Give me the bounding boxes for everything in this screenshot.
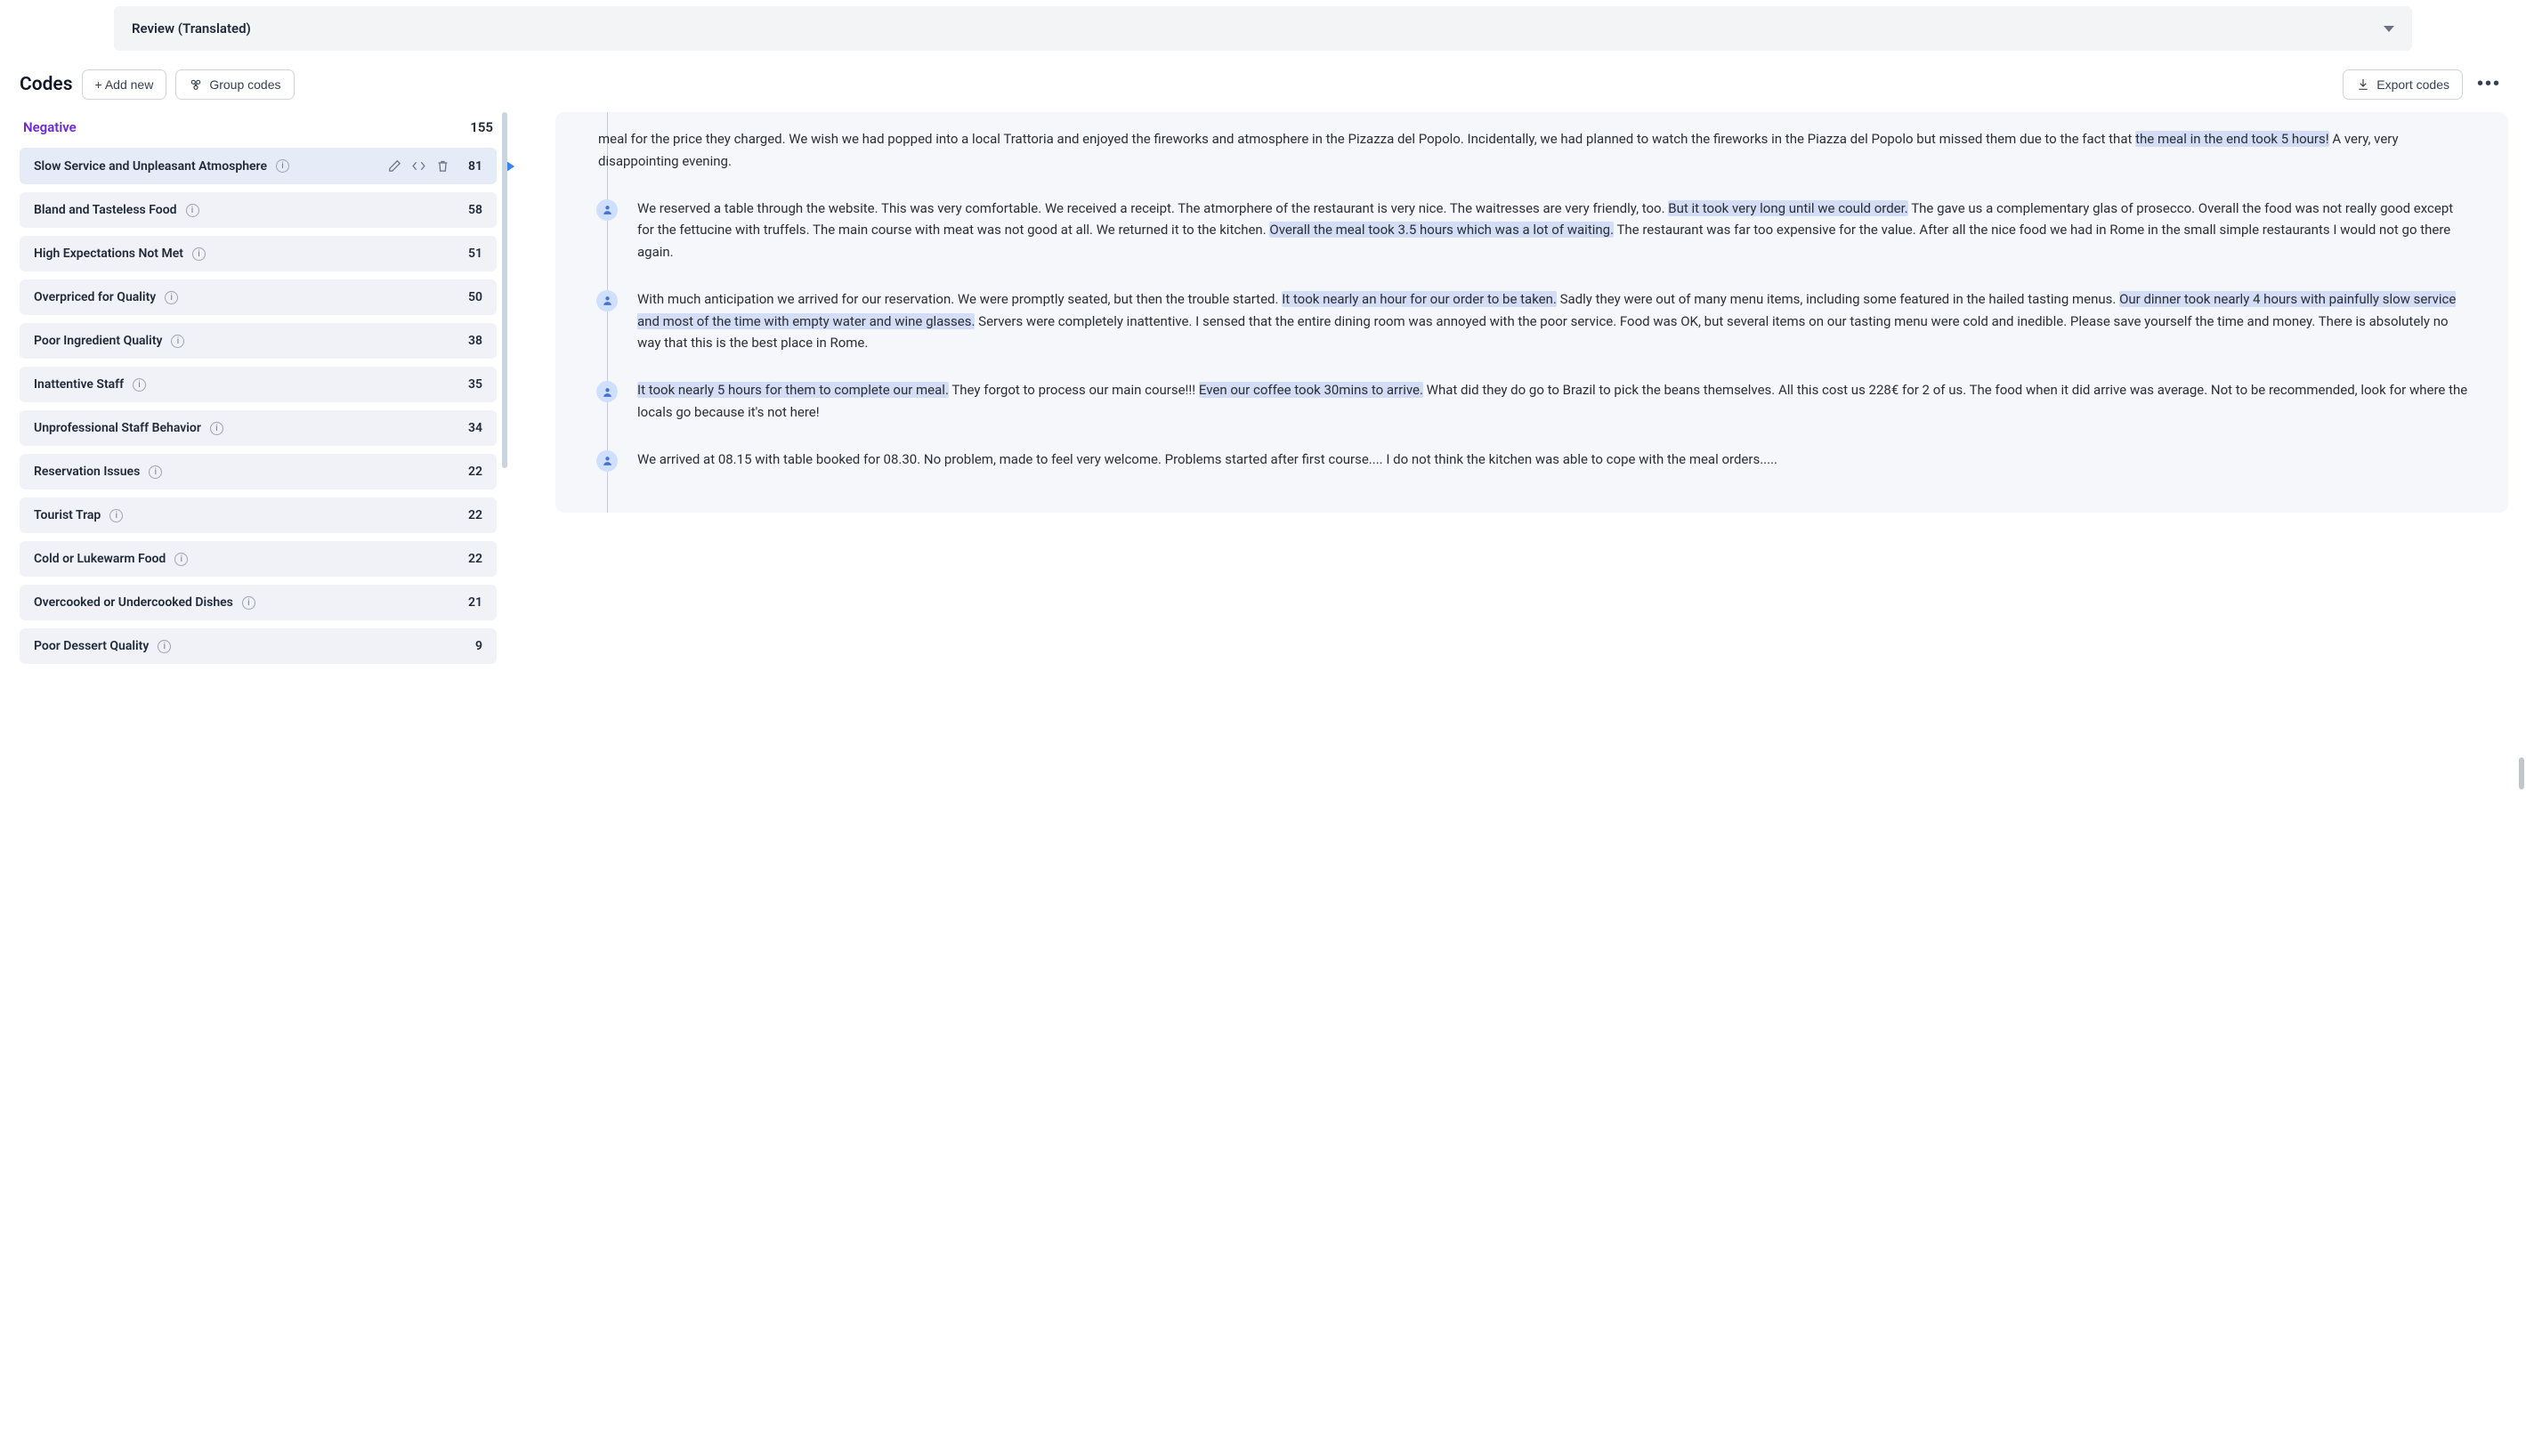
review-translated-dropdown[interactable]: Review (Translated)	[114, 6, 2412, 51]
code-item[interactable]: Slow Service and Unpleasant Atmospherei …	[20, 148, 497, 184]
info-icon[interactable]: i	[174, 553, 188, 566]
code-label: Overpriced for Quality	[34, 290, 156, 304]
highlighted-text: It took nearly 5 hours for them to compl…	[637, 382, 949, 398]
category-count: 155	[470, 119, 493, 135]
review-text: We reserved a table through the website.…	[637, 198, 2473, 263]
trash-icon[interactable]	[435, 158, 450, 174]
code-count: 9	[475, 639, 482, 653]
code-count: 22	[468, 508, 482, 522]
code-item[interactable]: Poor Ingredient Quality i 38	[20, 323, 497, 359]
code-count: 35	[468, 377, 482, 392]
code-label: High Expectations Not Met	[34, 247, 183, 261]
review-entry: With much anticipation we arrived for ou…	[598, 288, 2473, 354]
codes-sidebar: Negative 155 Slow Service and Unpleasant…	[0, 112, 513, 682]
group-codes-button[interactable]: Group codes	[175, 69, 294, 100]
code-item[interactable]: Poor Dessert Quality i 9	[20, 628, 497, 664]
person-icon	[602, 295, 613, 306]
codes-title: Codes	[20, 74, 73, 95]
highlighted-text: the meal in the end took 5 hours!	[2135, 131, 2329, 147]
code-count: 34	[468, 421, 482, 435]
code-count: 51	[468, 247, 482, 261]
info-icon[interactable]: i	[192, 247, 206, 261]
code-label: Inattentive Staff	[34, 377, 124, 392]
download-icon	[2356, 77, 2370, 92]
info-icon[interactable]: i	[210, 422, 223, 435]
reviews-panel: meal for the price they charged. We wish…	[513, 112, 2526, 682]
info-icon[interactable]: i	[158, 640, 171, 653]
info-icon[interactable]: i	[276, 159, 289, 173]
review-text: meal for the price they charged. We wish…	[598, 128, 2473, 173]
code-label: Cold or Lukewarm Food	[34, 552, 166, 566]
code-count: 50	[468, 290, 482, 304]
add-new-button[interactable]: + Add new	[82, 69, 167, 100]
person-icon	[602, 204, 613, 215]
highlighted-text: It took nearly an hour for our order to …	[1282, 291, 1557, 307]
highlighted-text: Even our coffee took 30mins to arrive.	[1199, 382, 1423, 398]
code-item[interactable]: High Expectations Not Met i 51	[20, 236, 497, 271]
chevron-down-icon	[2384, 26, 2394, 32]
code-label: Reservation Issues	[34, 465, 140, 479]
more-menu-button[interactable]: •••	[2472, 69, 2506, 100]
code-count: 38	[468, 334, 482, 348]
code-label: Tourist Trap	[34, 508, 101, 522]
export-codes-button[interactable]: Export codes	[2343, 69, 2463, 100]
code-item[interactable]: Bland and Tasteless Food i 58	[20, 192, 497, 228]
group-icon	[189, 77, 203, 92]
info-icon[interactable]: i	[149, 465, 162, 479]
code-item[interactable]: Tourist Trap i 22	[20, 497, 497, 533]
code-item[interactable]: Inattentive Staff i 35	[20, 367, 497, 402]
code-item[interactable]: Unprofessional Staff Behavior i 34	[20, 410, 497, 446]
review-text: We arrived at 08.15 with table booked fo…	[637, 449, 2473, 471]
code-actions	[387, 158, 450, 174]
code-label: Unprofessional Staff Behavior	[34, 421, 201, 435]
code-label: Slow Service and Unpleasant Atmosphere	[34, 159, 267, 174]
codes-list: Slow Service and Unpleasant Atmospherei …	[20, 148, 497, 664]
code-item[interactable]: Overpriced for Quality i 50	[20, 279, 497, 315]
code-count: 58	[468, 203, 482, 217]
code-count: 22	[468, 465, 482, 479]
category-row[interactable]: Negative 155	[20, 112, 497, 148]
person-icon	[602, 455, 613, 466]
code-label: Poor Ingredient Quality	[34, 334, 162, 348]
review-entry: meal for the price they charged. We wish…	[598, 128, 2473, 173]
review-entry: It took nearly 5 hours for them to compl…	[598, 379, 2473, 424]
info-icon[interactable]: i	[242, 596, 255, 610]
avatar	[596, 381, 618, 402]
group-codes-label: Group codes	[209, 77, 280, 92]
info-icon[interactable]: i	[165, 291, 178, 304]
add-new-label: + Add new	[95, 77, 154, 92]
info-icon[interactable]: i	[171, 335, 184, 348]
info-icon[interactable]: i	[133, 378, 146, 392]
review-text: It took nearly 5 hours for them to compl…	[637, 379, 2473, 424]
code-item[interactable]: Cold or Lukewarm Food i 22	[20, 541, 497, 577]
info-icon[interactable]: i	[109, 509, 123, 522]
info-icon[interactable]: i	[186, 204, 199, 217]
person-icon	[602, 386, 613, 398]
edit-icon[interactable]	[387, 158, 402, 174]
review-entry: We reserved a table through the website.…	[598, 198, 2473, 263]
review-entry: We arrived at 08.15 with table booked fo…	[598, 449, 2473, 471]
code-item[interactable]: Overcooked or Undercooked Dishes i 21	[20, 585, 497, 620]
avatar	[596, 450, 618, 472]
avatar	[596, 290, 618, 311]
code-label: Overcooked or Undercooked Dishes	[34, 595, 233, 610]
highlighted-text: Overall the meal took 3.5 hours which wa…	[1269, 222, 1614, 238]
code-count: 22	[468, 552, 482, 566]
reviews-container: meal for the price they charged. We wish…	[555, 112, 2508, 513]
codes-header: Codes + Add new Group codes Export codes…	[0, 51, 2526, 112]
review-translated-label: Review (Translated)	[132, 20, 251, 36]
review-text: With much anticipation we arrived for ou…	[637, 288, 2473, 354]
highlighted-text: But it took very long until we could ord…	[1668, 200, 1907, 216]
code-label: Poor Dessert Quality	[34, 639, 149, 653]
avatar	[596, 199, 618, 221]
code-count: 21	[468, 595, 482, 610]
code-label: Bland and Tasteless Food	[34, 203, 177, 217]
export-codes-label: Export codes	[2376, 77, 2449, 92]
code-count: 81	[468, 159, 482, 174]
category-name: Negative	[23, 119, 77, 135]
code-brackets-icon[interactable]	[411, 158, 426, 174]
code-item[interactable]: Reservation Issues i 22	[20, 454, 497, 489]
page-scrollbar-thumb[interactable]	[2519, 757, 2524, 789]
